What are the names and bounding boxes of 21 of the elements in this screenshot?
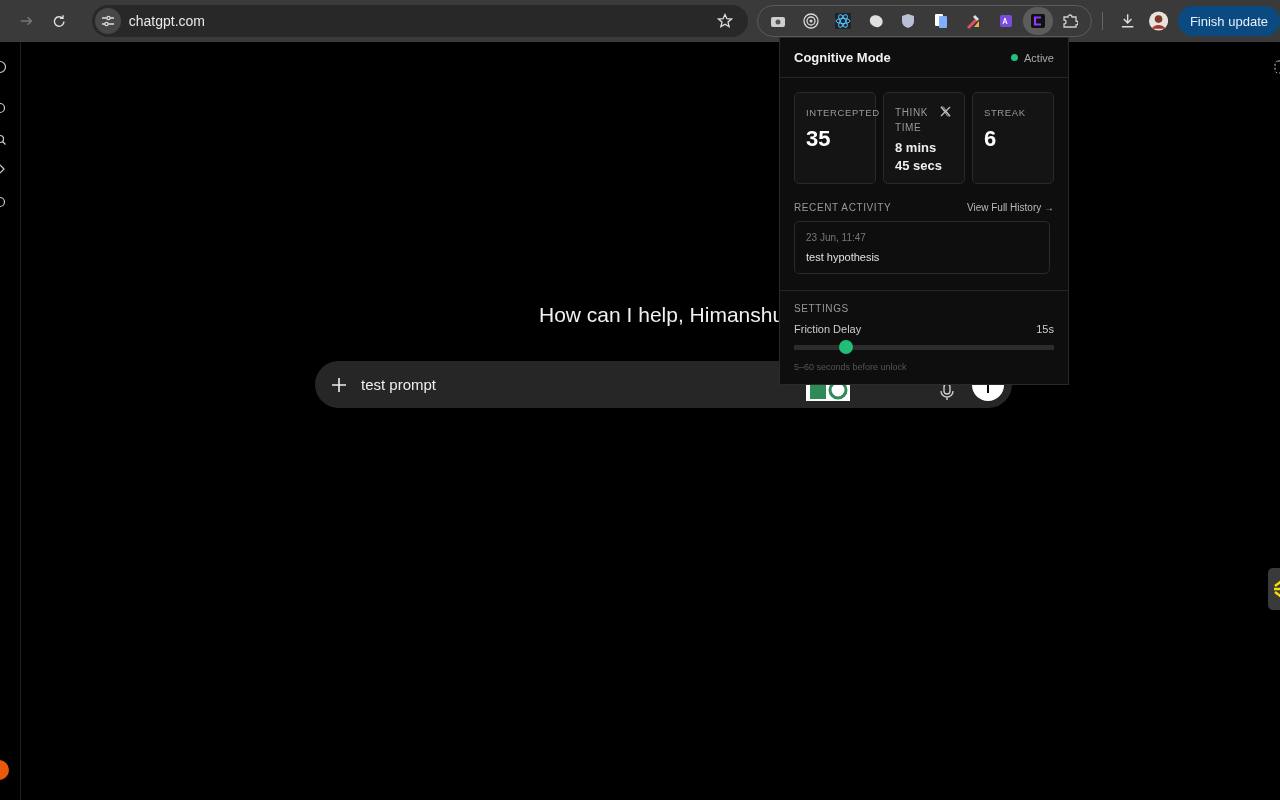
stat-value: 8 mins 45 secs xyxy=(895,139,943,175)
stat-value: 6 xyxy=(984,126,998,152)
slider-label: Friction Delay xyxy=(794,323,862,335)
slider-hint: 5–60 seconds before unlock xyxy=(794,362,908,372)
stat-label: STREAK xyxy=(984,106,1026,120)
section-heading: RECENT ACTIVITY xyxy=(794,202,892,213)
section-heading: SETTINGS xyxy=(794,303,850,314)
finish-update-button[interactable]: Finish update xyxy=(1177,6,1280,36)
activity-card[interactable]: 23 Jun, 11:47 test hypothesis xyxy=(794,221,1050,274)
status-label: Active xyxy=(1024,51,1054,64)
url-text: chatgpt.com xyxy=(128,13,206,29)
activity-time: 23 Jun, 11:47 xyxy=(806,232,867,243)
slider-value: 15s xyxy=(1036,323,1054,335)
stat-label: INTERCEPTED xyxy=(806,106,880,120)
view-history-link[interactable]: View Full History → xyxy=(966,202,1054,213)
activity-text: test hypothesis xyxy=(806,251,881,263)
popup-title: Cognitive Mode xyxy=(794,50,891,65)
stat-label: THINK TIME xyxy=(895,106,929,135)
address-bar[interactable]: chatgpt.com xyxy=(91,5,749,37)
prompt-text: test prompt xyxy=(361,376,438,393)
stat-value: 35 xyxy=(806,126,832,152)
